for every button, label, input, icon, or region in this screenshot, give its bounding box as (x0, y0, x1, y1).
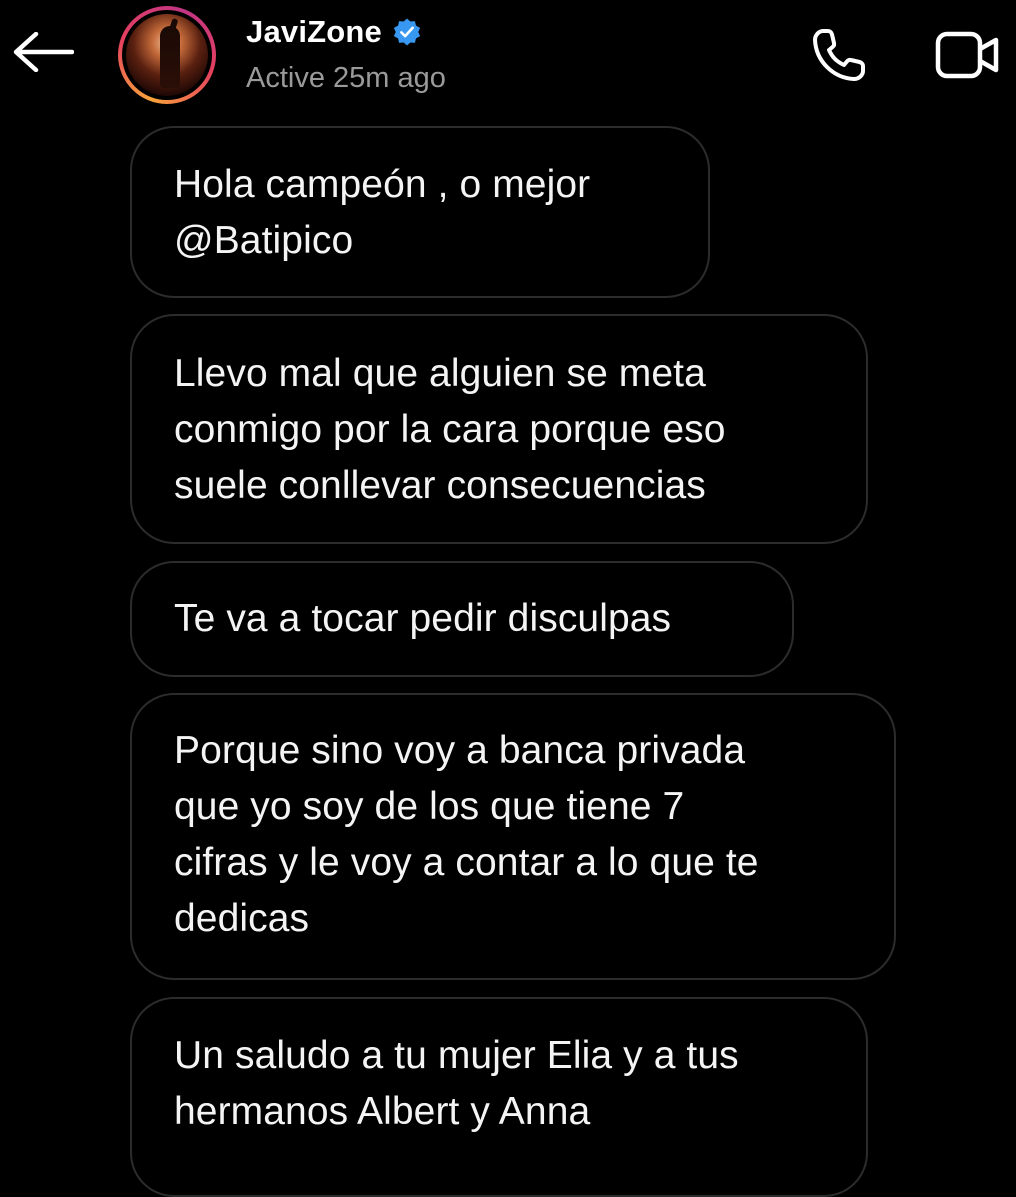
arrow-left-icon (13, 32, 74, 72)
phone-icon (813, 29, 865, 81)
active-status: Active 25m ago (246, 62, 446, 94)
back-button[interactable] (10, 22, 76, 82)
message-bubble[interactable]: Hola campeón , o mejor @Batipico (130, 126, 710, 298)
video-camera-icon (935, 31, 999, 79)
message-bubble[interactable]: Un saludo a tu mujer Elia y a tus herman… (130, 997, 868, 1197)
message-bubble[interactable]: Porque sino voy a banca privada que yo s… (130, 693, 896, 980)
chat-header: JaviZone Active 25m ago (0, 0, 1016, 110)
message-bubble[interactable]: Llevo mal que alguien se meta conmigo po… (130, 314, 868, 544)
username: JaviZone (246, 14, 382, 49)
verified-badge-icon (393, 18, 421, 46)
message-bubble[interactable]: Te va a tocar pedir disculpas (130, 561, 794, 677)
audio-call-button[interactable] (804, 20, 874, 90)
avatar-image (122, 10, 212, 100)
avatar[interactable] (118, 6, 216, 104)
video-call-button[interactable] (930, 20, 1006, 90)
username-row[interactable]: JaviZone (246, 14, 422, 50)
